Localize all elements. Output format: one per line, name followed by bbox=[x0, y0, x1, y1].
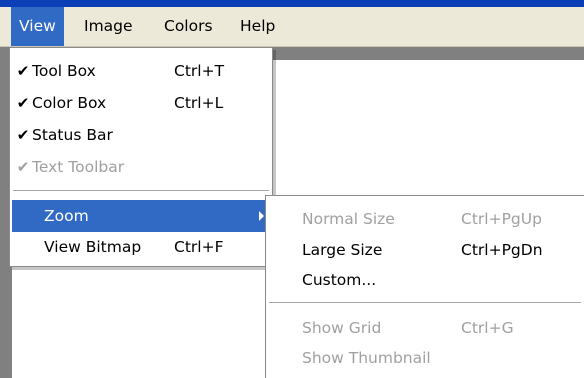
checkmark-icon: ✔ bbox=[16, 62, 30, 80]
menu-item-label: Custom... bbox=[302, 271, 377, 289]
menu-item-shortcut: Ctrl+T bbox=[174, 62, 225, 80]
menu-separator bbox=[13, 190, 269, 191]
checkmark-icon: ✔ bbox=[16, 94, 30, 112]
menu-item-label: Tool Box bbox=[32, 62, 96, 80]
menu-item-label: Status Bar bbox=[32, 126, 113, 144]
menu-item-view-bitmap[interactable]: View Bitmap Ctrl+F bbox=[12, 231, 270, 263]
menu-item-label: Show Thumbnail bbox=[302, 349, 431, 367]
menu-item-shortcut: Ctrl+G bbox=[461, 319, 514, 337]
menu-item-label: View Bitmap bbox=[44, 238, 142, 256]
menu-item-zoom[interactable]: Zoom bbox=[12, 200, 270, 232]
menu-item-shortcut: Ctrl+F bbox=[174, 238, 224, 256]
window-title-strip bbox=[0, 0, 584, 7]
menu-help[interactable]: Help bbox=[232, 7, 283, 46]
menu-item-label: Color Box bbox=[32, 94, 107, 112]
menu-item-text-toolbar[interactable]: ✔ Text Toolbar bbox=[12, 151, 270, 183]
submenu-arrow-icon bbox=[259, 211, 264, 221]
menu-item-label: Normal Size bbox=[302, 210, 395, 228]
menu-view[interactable]: View bbox=[11, 7, 64, 46]
menu-item-normal-size[interactable]: Normal Size Ctrl+PgUp bbox=[268, 203, 582, 235]
menu-separator bbox=[269, 302, 581, 303]
menu-colors[interactable]: Colors bbox=[156, 7, 221, 46]
menu-item-status-bar[interactable]: ✔ Status Bar bbox=[12, 119, 270, 151]
menu-item-label: Text Toolbar bbox=[32, 158, 125, 176]
checkmark-icon: ✔ bbox=[16, 126, 30, 144]
menu-item-color-box[interactable]: ✔ Color Box Ctrl+L bbox=[12, 87, 270, 119]
view-menu-dropdown: ✔ Tool Box Ctrl+T ✔ Color Box Ctrl+L ✔ S… bbox=[9, 47, 273, 267]
menu-item-shortcut: Ctrl+L bbox=[174, 94, 224, 112]
checkmark-icon: ✔ bbox=[16, 158, 30, 176]
menu-item-label: Zoom bbox=[44, 207, 89, 225]
menu-item-shortcut: Ctrl+PgUp bbox=[461, 210, 542, 228]
menu-item-custom[interactable]: Custom... bbox=[268, 264, 582, 296]
menu-item-label: Large Size bbox=[302, 241, 383, 259]
menu-bar: View Image Colors Help bbox=[0, 7, 584, 47]
menu-image[interactable]: Image bbox=[76, 7, 141, 46]
menu-item-show-thumbnail[interactable]: Show Thumbnail bbox=[268, 342, 582, 374]
menu-item-tool-box[interactable]: ✔ Tool Box Ctrl+T bbox=[12, 55, 270, 87]
menu-item-large-size[interactable]: Large Size Ctrl+PgDn bbox=[268, 234, 582, 266]
menu-item-shortcut: Ctrl+PgDn bbox=[461, 241, 543, 259]
menu-item-label: Show Grid bbox=[302, 319, 382, 337]
menu-item-show-grid[interactable]: Show Grid Ctrl+G bbox=[268, 312, 582, 344]
zoom-submenu: Normal Size Ctrl+PgUp Large Size Ctrl+Pg… bbox=[265, 195, 584, 378]
